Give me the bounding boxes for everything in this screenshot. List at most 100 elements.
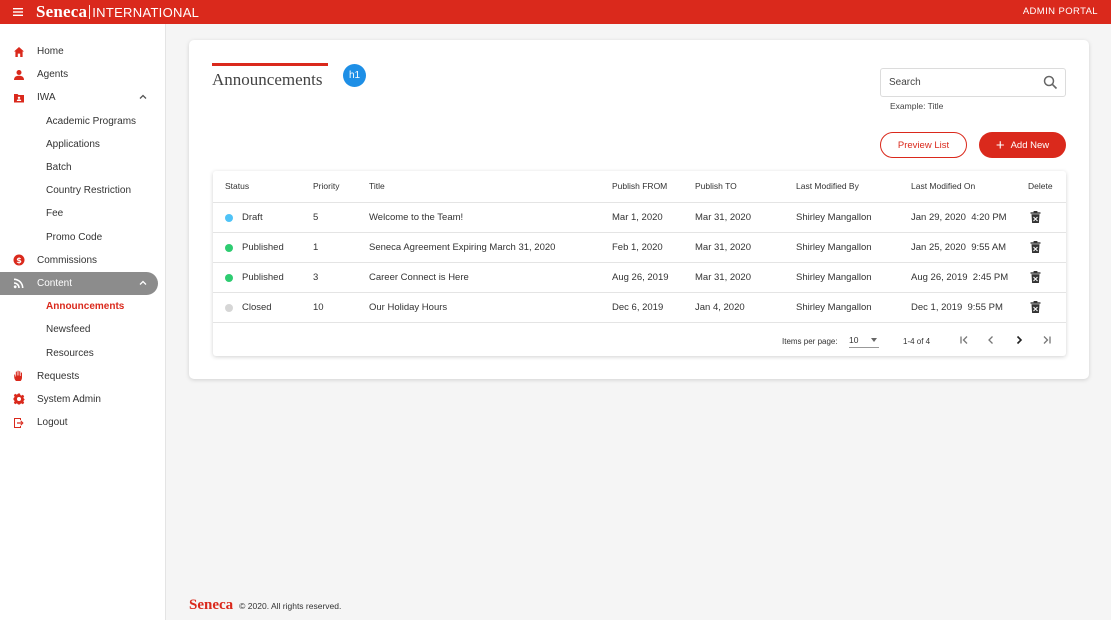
home-icon <box>12 45 25 58</box>
folder-account-icon <box>12 91 25 104</box>
priority-cell: 10 <box>313 302 324 313</box>
modified-on-cell: Dec 1, 2019 9:55 PM <box>911 302 1003 313</box>
title-cell[interactable]: Our Holiday Hours <box>369 302 447 313</box>
person-icon <box>12 68 25 81</box>
next-page-icon[interactable] <box>1012 333 1026 347</box>
modified-by-cell: Shirley Mangallon <box>796 272 872 283</box>
publish-to-cell: Mar 31, 2020 <box>695 212 751 223</box>
status-dot <box>225 304 233 312</box>
publish-from-cell: Feb 1, 2020 <box>612 242 663 253</box>
sidebar-item-applications[interactable]: Applications <box>0 133 165 156</box>
status-dot <box>225 244 233 252</box>
announcements-card: Announcements h1 Example: Title Preview … <box>189 40 1089 379</box>
sidebar-item-content[interactable]: Content <box>0 271 158 296</box>
sidebar-item-label: Resources <box>46 347 94 359</box>
sidebar-item-label: Batch <box>46 162 72 174</box>
brand-subtitle: INTERNATIONAL <box>92 5 200 20</box>
sidebar-item-announcements[interactable]: Announcements <box>0 295 165 318</box>
status-dot <box>225 214 233 222</box>
publish-from-cell: Dec 6, 2019 <box>612 302 664 313</box>
column-header-status[interactable]: Status <box>225 181 249 191</box>
sidebar-item-label: Home <box>37 46 64 58</box>
sidebar-item-fee[interactable]: Fee <box>0 202 165 225</box>
sidebar-item-agents[interactable]: Agents <box>0 63 165 86</box>
sidebar-item-resources[interactable]: Resources <box>0 341 165 364</box>
modified-by-cell: Shirley Mangallon <box>796 302 872 313</box>
search-icon[interactable] <box>1043 75 1058 90</box>
chevron-up-icon[interactable] <box>138 278 148 288</box>
sidebar-item-iwa[interactable]: IWA <box>0 86 165 109</box>
hand-icon <box>12 370 25 383</box>
sidebar-item-academic-programs[interactable]: Academic Programs <box>0 110 165 133</box>
items-per-page-select[interactable]: 10 <box>849 333 879 348</box>
chevron-up-icon[interactable] <box>138 92 148 102</box>
brand-name: Seneca <box>36 2 88 21</box>
svg-text:$: $ <box>16 256 22 265</box>
sidebar-item-system-admin[interactable]: System Admin <box>0 388 165 411</box>
column-header-delete: Delete <box>1028 181 1053 191</box>
status-cell: Published <box>242 272 284 283</box>
brand-logo[interactable]: Seneca INTERNATIONAL <box>36 2 199 22</box>
sidebar-item-label: Applications <box>46 138 100 150</box>
column-header-last-modified-on[interactable]: Last Modified On <box>911 181 975 191</box>
sidebar-item-home[interactable]: Home <box>0 40 165 63</box>
page-range: 1-4 of 4 <box>903 337 931 346</box>
delete-icon[interactable] <box>1030 211 1041 223</box>
table-row[interactable]: Published 3 Career Connect is Here Aug 2… <box>213 263 1066 293</box>
delete-icon[interactable] <box>1030 301 1041 313</box>
sidebar-item-commissions[interactable]: $ Commissions <box>0 249 165 272</box>
hamburger-menu-icon[interactable] <box>0 0 36 24</box>
plus-icon: + <box>995 136 1005 154</box>
table-row[interactable]: Closed 10 Our Holiday Hours Dec 6, 2019 … <box>213 293 1066 323</box>
heading-badge: h1 <box>343 64 366 87</box>
footer-logo: Seneca <box>189 597 234 613</box>
dollar-circle-icon: $ <box>12 254 25 267</box>
column-header-publish-from[interactable]: Publish FROM <box>612 181 667 191</box>
first-page-icon[interactable] <box>957 333 971 347</box>
column-header-priority[interactable]: Priority <box>313 181 339 191</box>
preview-list-label: Preview List <box>897 139 950 151</box>
sidebar-item-label: Promo Code <box>46 231 103 243</box>
column-header-title[interactable]: Title <box>369 181 385 191</box>
sidebar-item-promo-code[interactable]: Promo Code <box>0 226 165 249</box>
preview-list-button[interactable]: Preview List <box>880 132 967 158</box>
search-input[interactable] <box>881 77 1031 88</box>
publish-to-cell: Jan 4, 2020 <box>695 302 745 313</box>
publish-from-cell: Mar 1, 2020 <box>612 212 663 223</box>
sidebar-item-label: Content <box>37 277 73 289</box>
delete-icon[interactable] <box>1030 241 1041 253</box>
sidebar-item-label: Requests <box>37 370 80 382</box>
modified-by-cell: Shirley Mangallon <box>796 212 872 223</box>
announcements-table: Status Priority Title Publish FROM Publi… <box>213 171 1066 356</box>
table-row[interactable]: Draft 5 Welcome to the Team! Mar 1, 2020… <box>213 203 1066 233</box>
title-cell[interactable]: Career Connect is Here <box>369 272 469 283</box>
search-hint: Example: Title <box>890 101 944 111</box>
title-cell[interactable]: Seneca Agreement Expiring March 31, 2020 <box>369 242 555 253</box>
sidebar-item-label: Agents <box>37 69 69 81</box>
table-row[interactable]: Published 1 Seneca Agreement Expiring Ma… <box>213 233 1066 263</box>
delete-icon[interactable] <box>1030 271 1041 283</box>
sidebar-item-logout[interactable]: Logout <box>0 411 165 434</box>
footer: Seneca © 2020. All rights reserved. <box>189 597 341 614</box>
publish-from-cell: Aug 26, 2019 <box>612 272 669 283</box>
publish-to-cell: Mar 31, 2020 <box>695 272 751 283</box>
add-new-button[interactable]: + Add New <box>979 132 1066 158</box>
sidebar-item-label: Logout <box>37 417 68 429</box>
column-header-last-modified-by[interactable]: Last Modified By <box>796 181 859 191</box>
status-cell: Draft <box>242 212 263 223</box>
sidebar-item-batch[interactable]: Batch <box>0 156 165 179</box>
sidebar-item-requests[interactable]: Requests <box>0 365 165 388</box>
title-cell[interactable]: Welcome to the Team! <box>369 212 463 223</box>
sidebar-item-label: Commissions <box>37 254 98 266</box>
priority-cell: 1 <box>313 242 319 253</box>
modified-by-cell: Shirley Mangallon <box>796 242 872 253</box>
items-per-page-value: 10 <box>849 335 859 345</box>
last-page-icon[interactable] <box>1040 333 1054 347</box>
sidebar-item-country-restriction[interactable]: Country Restriction <box>0 179 165 202</box>
previous-page-icon[interactable] <box>984 333 998 347</box>
sidebar-item-label: Announcements <box>46 301 125 313</box>
column-header-publish-to[interactable]: Publish TO <box>695 181 737 191</box>
status-cell: Closed <box>242 302 272 313</box>
sidebar-item-newsfeed[interactable]: Newsfeed <box>0 318 165 341</box>
sidebar-item-label: IWA <box>37 92 56 104</box>
